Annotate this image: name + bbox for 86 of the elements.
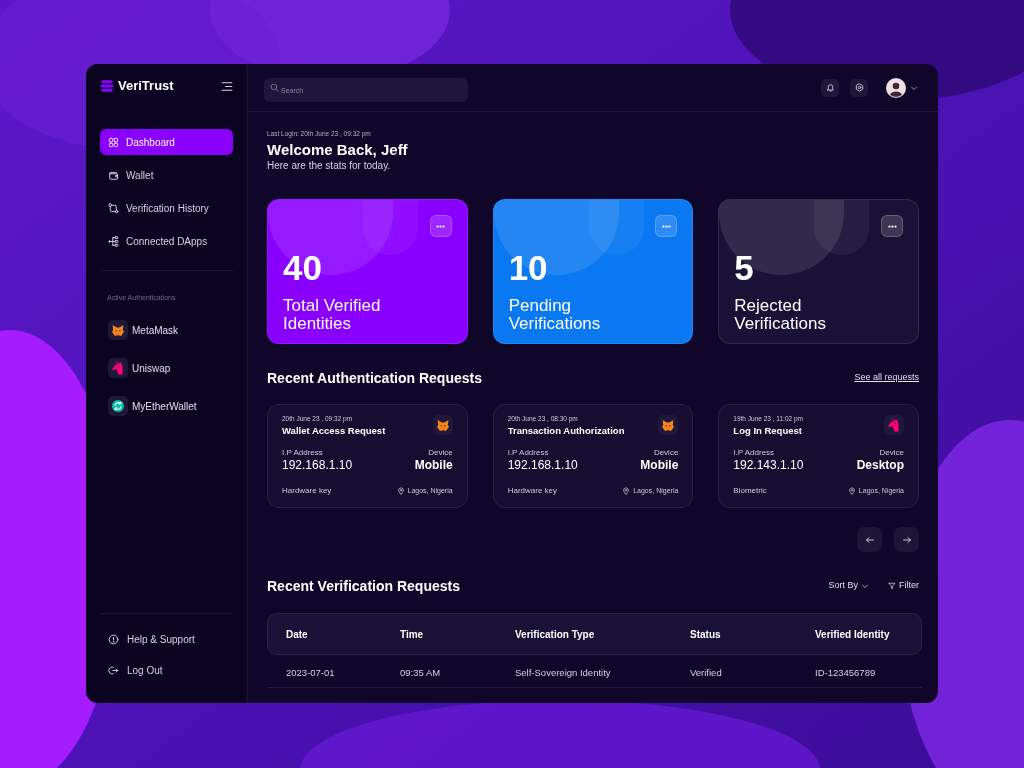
footer-link[interactable]: Log Out [100, 660, 233, 680]
next-button[interactable] [894, 527, 919, 552]
avatar-icon [886, 77, 906, 98]
table-cell: 09:35 AM [400, 667, 441, 678]
table-cell: ID-123456789 [815, 667, 876, 678]
column-header: Verification Type [515, 627, 596, 642]
location-pin-icon [847, 487, 856, 495]
chevron-down-icon [910, 83, 918, 92]
unicorn-icon [108, 358, 128, 378]
stat-value: 5 [734, 249, 754, 287]
table-cell: Self-Sovereign Identity [515, 667, 611, 678]
app-logo-text: VeriTrust [118, 78, 174, 94]
table-cell: Verified [690, 667, 722, 678]
ip-address: 192.168.1.10 [507, 458, 578, 473]
exclamation-circle-icon [108, 633, 119, 645]
device-label: Device [653, 448, 679, 458]
stat-label: Rejected Verifications [734, 297, 827, 333]
column-header: Time [400, 627, 425, 642]
column-header: Verified Identity [815, 627, 891, 642]
settings-button[interactable] [850, 78, 868, 97]
request-title: Wallet Access Request [282, 425, 386, 437]
hierarchy-icon [108, 235, 119, 247]
device-value: Mobile [640, 458, 679, 473]
logo-icon [100, 79, 114, 93]
menu-icon[interactable] [221, 81, 233, 91]
arrow-right-icon [901, 534, 912, 545]
auth-method: Hardware key [507, 486, 557, 496]
more-icon [661, 224, 671, 228]
device-value: Mobile [414, 458, 453, 473]
location-pin-icon [396, 487, 405, 495]
stat-value: 10 [508, 249, 548, 287]
ip-label: I.P Address [282, 448, 324, 458]
request-title: Log In Request [733, 425, 803, 437]
grid-icon [108, 136, 119, 148]
logout-icon [108, 664, 119, 676]
notifications-button[interactable] [821, 78, 839, 97]
footer-link[interactable]: Help & Support [100, 629, 233, 649]
device-value: Desktop [856, 458, 904, 473]
column-header: Date [286, 627, 309, 642]
fox-icon [658, 415, 679, 435]
circle-arrows-icon [108, 396, 128, 416]
see-all-link[interactable]: See all requests [854, 371, 919, 385]
wallet-icon [108, 169, 119, 181]
device-label: Device [879, 448, 904, 458]
ip-address: 192.168.1.10 [282, 458, 353, 473]
table-cell: 2023-07-01 [286, 667, 335, 678]
chevron-down-icon [861, 582, 869, 590]
fox-icon [108, 320, 128, 340]
authentication-item[interactable]: Uniswap [100, 358, 233, 378]
previous-button[interactable] [857, 527, 882, 552]
nav-item[interactable]: Wallet [100, 162, 233, 188]
arrow-left-icon [864, 534, 875, 545]
sort-by-button[interactable]: Sort By [828, 579, 869, 593]
welcome-title: Welcome Back, Jeff [267, 141, 409, 159]
nav-item[interactable]: Connected DApps [100, 228, 233, 254]
device-label: Device [428, 448, 453, 458]
route-icon [108, 202, 119, 214]
profile-menu-button[interactable] [886, 77, 918, 98]
ip-address: 192.143.1.10 [733, 458, 804, 473]
filter-button[interactable]: Filter [888, 579, 919, 593]
authentication-item[interactable]: MyEtherWallet [100, 396, 233, 416]
column-header: Status [690, 627, 722, 642]
bell-icon [825, 83, 835, 92]
stat-value: 40 [283, 249, 322, 287]
auth-method: Biometric [733, 486, 767, 496]
fox-icon [432, 415, 453, 435]
authentication-item[interactable]: MetaMask [100, 320, 233, 340]
location-pin-icon [622, 487, 631, 495]
ip-label: I.P Address [507, 448, 550, 458]
stat-label: Total Verified Identities [283, 297, 382, 333]
more-button[interactable] [881, 215, 903, 237]
filter-icon [888, 582, 896, 590]
auth-method: Hardware key [282, 486, 332, 496]
nav-item[interactable]: Verification History [100, 195, 233, 221]
request-title: Transaction Authorization [507, 425, 625, 437]
section-title: Recent Verification Requests [267, 577, 460, 595]
search-icon [270, 83, 279, 92]
more-icon [887, 224, 897, 228]
more-icon [436, 224, 446, 228]
unicorn-icon [884, 415, 904, 435]
welcome-subtitle: Here are the stats for today. [267, 159, 392, 173]
section-title: Recent Authentication Requests [267, 369, 482, 387]
stat-label: Pending Verifications [508, 297, 602, 333]
settings-icon [854, 83, 864, 92]
nav-item[interactable]: Dashboard [100, 129, 233, 155]
ip-label: I.P Address [733, 448, 776, 458]
